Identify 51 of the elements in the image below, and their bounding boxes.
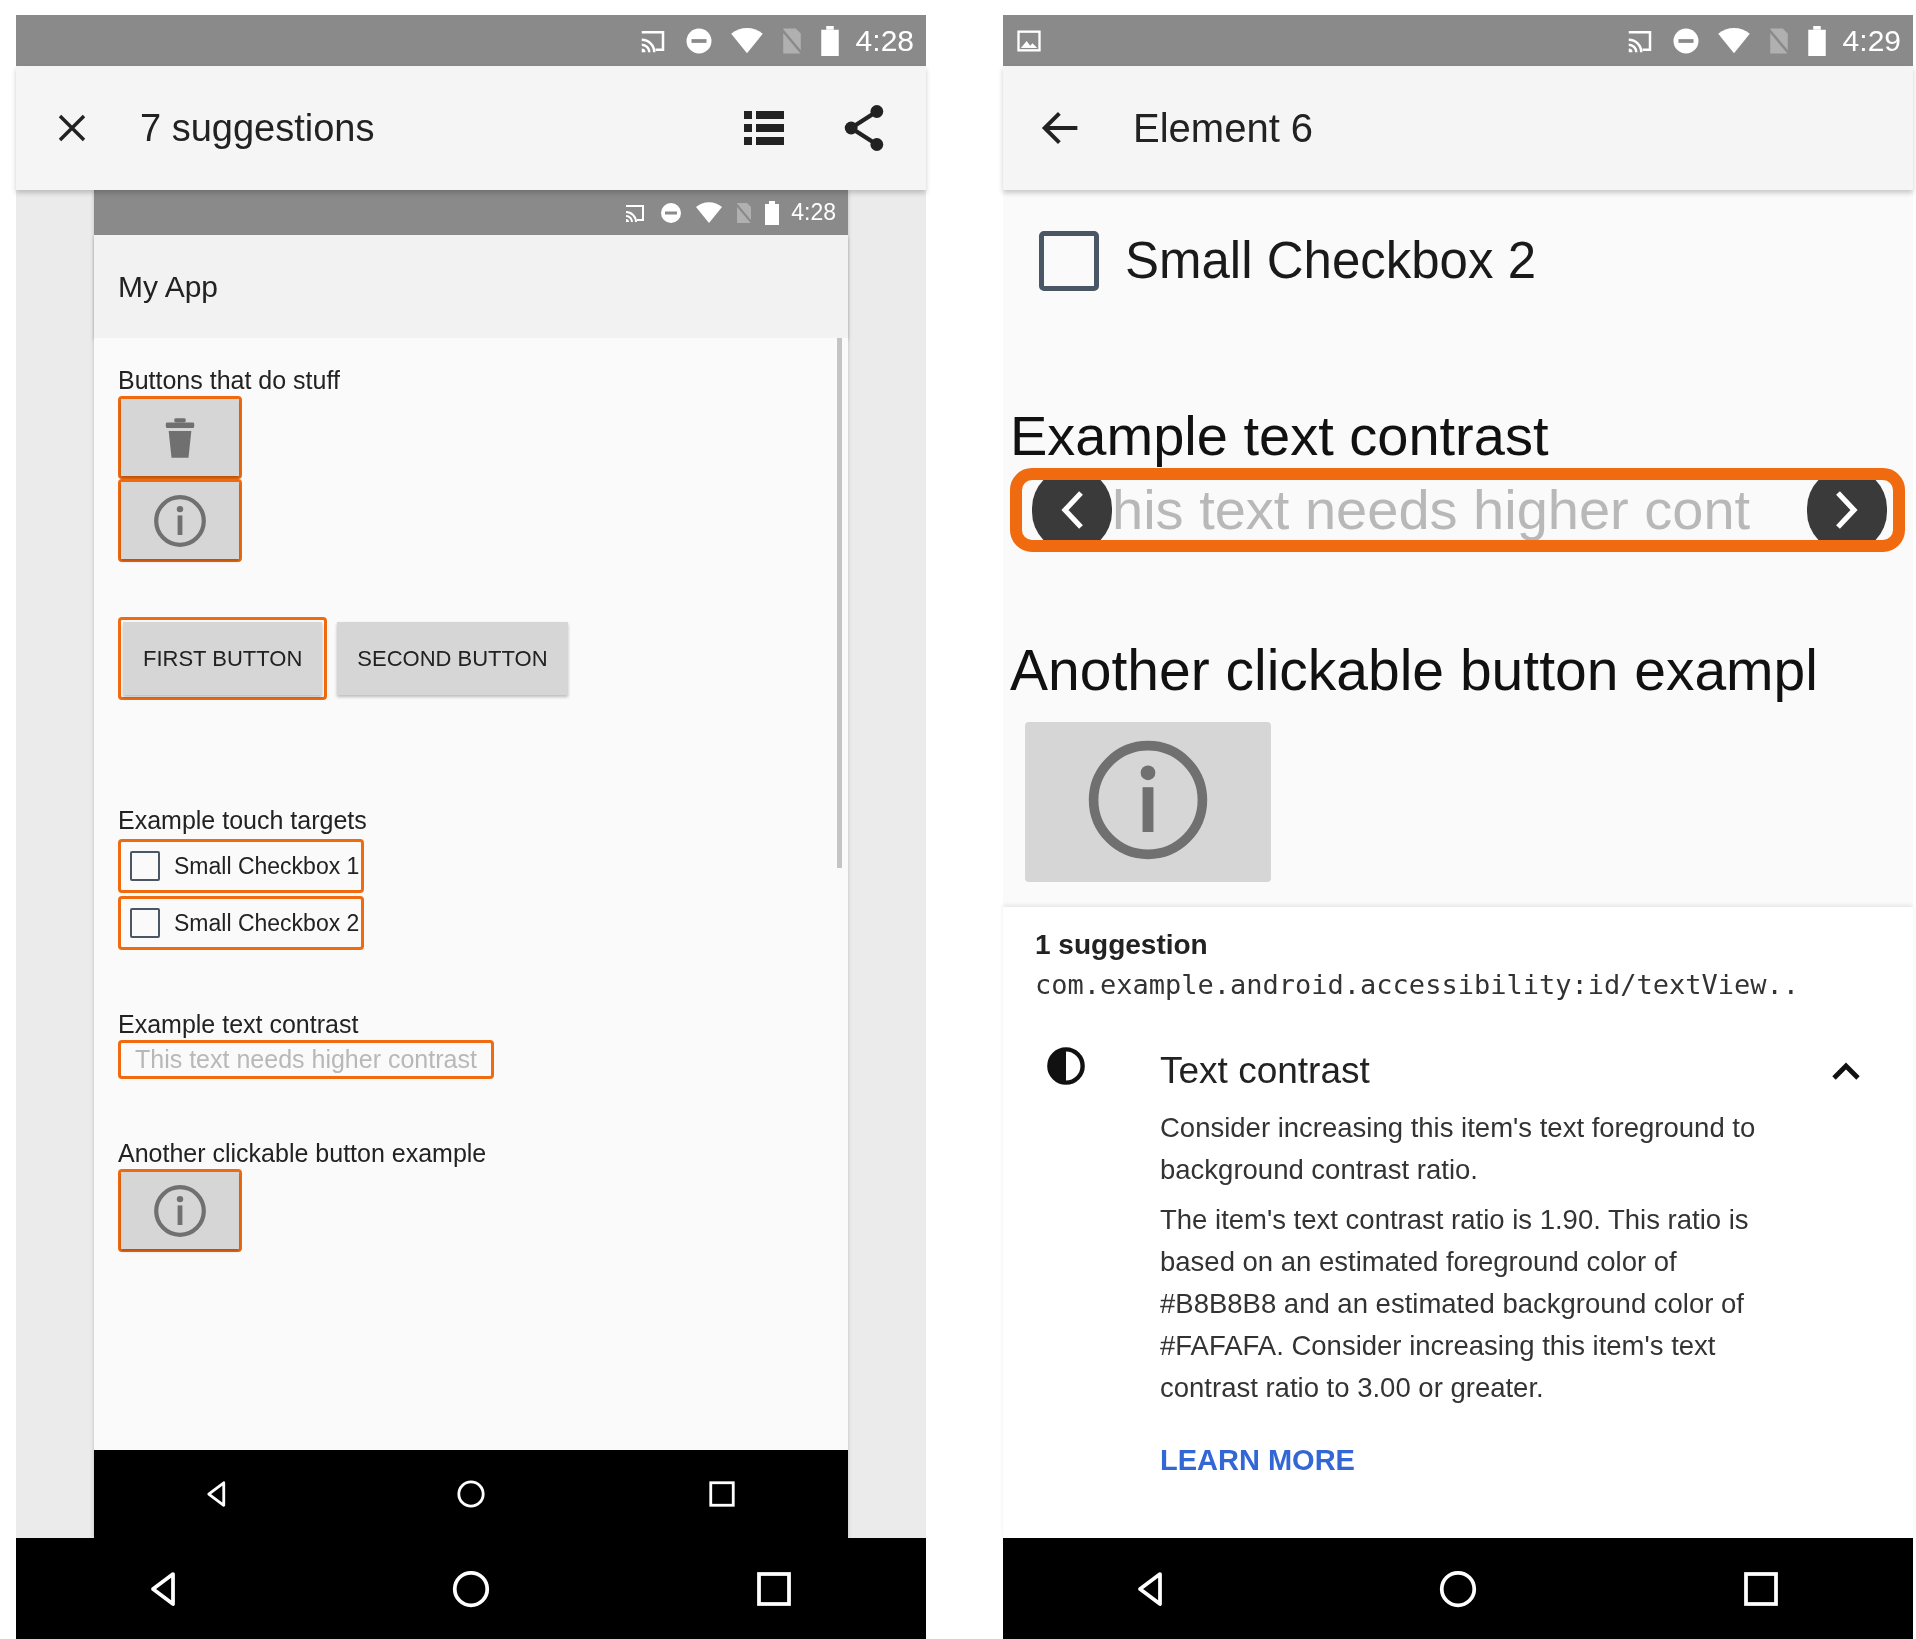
checkbox-label[interactable]: Small Checkbox 2 [1125,223,1536,300]
previous-button[interactable] [1032,479,1112,540]
close-button[interactable] [56,112,88,144]
section-heading: Example text contrast [118,1009,360,1040]
chevron-right-icon [1834,490,1860,529]
checkbox[interactable] [1039,231,1099,292]
chevron-left-icon [1059,490,1085,529]
suggestion-description: Consider increasing this item's text foreground to background contrast ratio. [1160,1110,1757,1187]
battery-icon [819,25,840,56]
element-id: com.example.android.accessibility:id/textView.. [1035,968,1800,1002]
checkbox[interactable] [130,908,160,938]
section-heading: Another clickable button example [118,1138,488,1169]
section-heading: Buttons that do stuff [118,365,341,396]
share-button[interactable] [842,104,886,152]
recents-icon[interactable] [707,1479,738,1509]
list-view-button[interactable] [744,111,784,145]
suggestion-description: The item's text contrast ratio is 1.90. This ratio is based on an estimated foreground color of #B8B8B8 and an estimated background color of #FAFAFA. Consider increasing this item's text contrast ratio to 3.00 or greater. [1160,1202,1750,1405]
wifi-icon [1716,25,1751,56]
suggestion-count: 1 suggestion [1035,928,1209,962]
home-icon[interactable] [456,1479,486,1509]
battery-icon [765,200,780,225]
do-not-disturb-icon [659,200,684,225]
checkbox[interactable] [130,851,160,881]
section-heading: Example touch targets [118,805,368,836]
checkbox-label[interactable]: Small Checkbox 2 [174,905,360,941]
wifi-icon [695,200,724,225]
section-heading: Example text contrast [1010,403,1550,468]
home-icon[interactable] [1438,1568,1478,1609]
no-sim-icon [735,200,754,225]
low-contrast-text: This text needs higher contrast [134,1044,478,1075]
status-time: 4:29 [1842,23,1901,59]
learn-more-link[interactable]: LEARN MORE [1160,1438,1355,1482]
status-time: 4:28 [791,198,836,228]
text-button[interactable]: SECOND BUTTON [337,622,568,695]
text-button[interactable]: FIRST BUTTON [123,622,323,695]
info-button[interactable] [1025,721,1271,882]
status-time: 4:28 [855,23,914,59]
section-heading: Another clickable button exampl [1010,637,1819,702]
screen-title: 7 suggestions [140,105,376,151]
suggestion-title: Text contrast [1160,1049,1371,1093]
info-icon [152,492,208,549]
trash-icon [163,417,197,458]
next-button[interactable] [1807,479,1887,540]
app-title: My App [118,269,219,305]
battery-icon [1806,25,1827,56]
screen-title: Element 6 [1133,105,1314,152]
wifi-icon [729,25,764,56]
checkbox-label[interactable]: Small Checkbox 1 [174,848,360,884]
home-icon[interactable] [451,1568,491,1609]
contrast-icon [1045,1045,1087,1087]
info-icon [152,1182,208,1239]
